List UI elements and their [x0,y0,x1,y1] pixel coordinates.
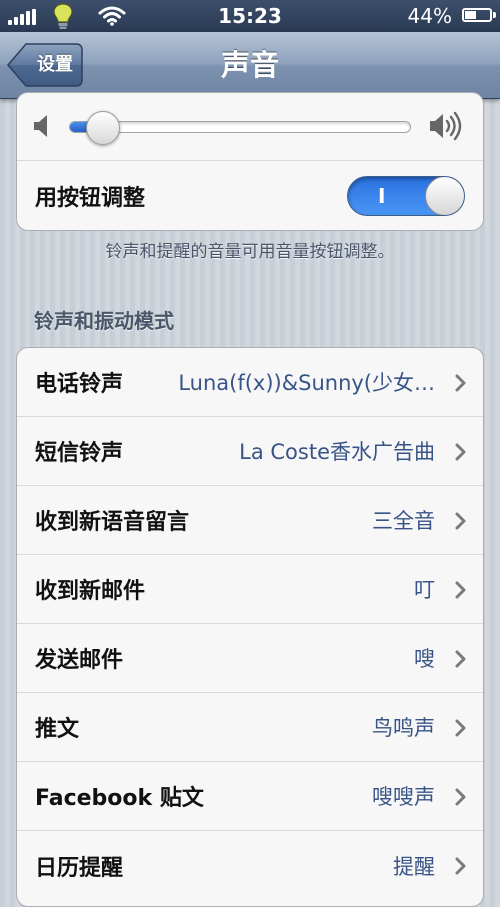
chevron-right-icon [455,788,466,806]
chevron-right-icon [455,719,466,737]
page-title: 声音 [220,48,279,82]
row-label: 推文 [35,717,80,742]
sounds-list-group: 电话铃声 Luna(f(x))&Sunny(少女… 短信铃声 La Coste香… [16,347,484,907]
sound-row-tweet[interactable]: 推文 鸟鸣声 [17,693,483,762]
battery-icon [462,8,496,22]
row-label: 短信铃声 [35,441,124,466]
volume-footnote: 铃声和提醒的音量可用音量按钮调整。 [105,242,395,262]
sound-row-calendar-alert[interactable]: 日历提醒 提醒 [17,831,483,900]
chevron-right-icon [455,374,466,392]
volume-slider-thumb[interactable] [86,111,121,145]
sound-row-facebook-post[interactable]: Facebook 贴文 嗖嗖声 [17,762,483,831]
row-value: 嗖嗖声 [372,785,435,809]
volume-slider-row [17,93,483,161]
ringer-volume-group: 用按钮调整 I [16,92,484,231]
switch-on-text: I [378,184,386,208]
status-bar: 15:23 44% [0,0,500,32]
chevron-right-icon [455,512,466,530]
speaker-low-icon [34,115,47,137]
row-value: Luna(f(x))&Sunny(少女… [178,371,435,395]
switch-knob [425,177,464,215]
row-label: 日历提醒 [35,855,124,881]
change-with-buttons-row: 用按钮调整 I [17,161,483,230]
sound-row-ringtone[interactable]: 电话铃声 Luna(f(x))&Sunny(少女… [17,348,483,417]
battery-percent: 44% [407,4,452,28]
row-value: La Coste香水广告曲 [239,440,435,464]
row-value: 三全音 [372,509,435,533]
row-label: 收到新语音留言 [35,510,190,535]
section-header: 铃声和振动模式 [34,309,174,333]
speaker-high-icon [430,111,462,141]
row-value: 叮 [414,578,435,602]
row-label: 电话铃声 [35,372,124,397]
navigation-bar: 设置 声音 [0,32,500,99]
chevron-right-icon [455,443,466,461]
row-value: 嗖 [414,647,435,671]
chevron-right-icon [455,857,466,875]
chevron-right-icon [455,581,466,599]
sound-row-text-tone[interactable]: 短信铃声 La Coste香水广告曲 [17,417,483,486]
sound-row-new-mail[interactable]: 收到新邮件 叮 [17,555,483,624]
row-label: Facebook 贴文 [35,786,204,811]
change-with-buttons-label: 用按钮调整 [35,185,146,211]
change-with-buttons-switch[interactable]: I [347,176,465,216]
chevron-right-icon [455,650,466,668]
row-label: 收到新邮件 [35,579,146,604]
row-value: 提醒 [393,854,435,879]
volume-slider-track[interactable] [69,121,411,133]
sound-row-new-voicemail[interactable]: 收到新语音留言 三全音 [17,486,483,555]
sound-row-sent-mail[interactable]: 发送邮件 嗖 [17,624,483,693]
row-label: 发送邮件 [35,648,124,673]
row-value: 鸟鸣声 [372,716,435,740]
